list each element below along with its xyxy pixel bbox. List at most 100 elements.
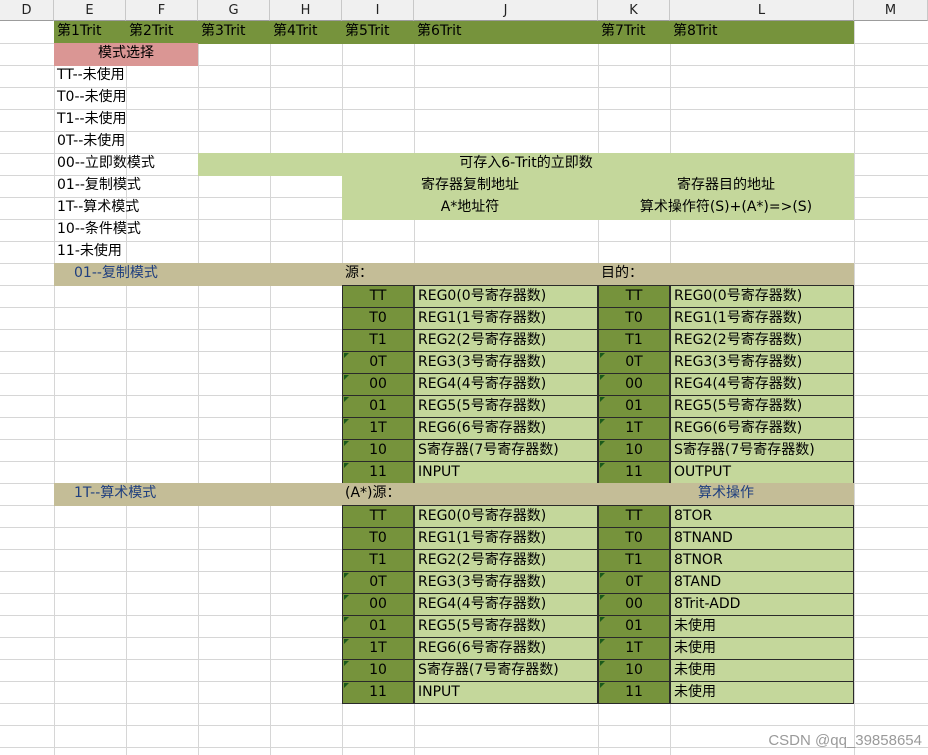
copy_section-dst-value[interactable]: REG2(2号寄存器数) xyxy=(670,329,854,352)
copy_section-title[interactable]: 01--复制模式 xyxy=(54,263,342,286)
copy_section-dst-code[interactable]: T0 xyxy=(598,307,670,330)
copy_section-dst-code[interactable]: 00 xyxy=(598,373,670,396)
copy_section-dst-value[interactable]: REG4(4号寄存器数) xyxy=(670,373,854,396)
arith_section-src-value[interactable]: REG4(4号寄存器数) xyxy=(414,593,598,616)
arith_section-dst-code[interactable]: 01 xyxy=(598,615,670,638)
column-header-j[interactable]: J xyxy=(414,0,598,21)
copy_section-src-value[interactable]: INPUT xyxy=(414,461,598,484)
copy_section-src-value[interactable]: REG6(6号寄存器数) xyxy=(414,417,598,440)
column-header-d[interactable]: D xyxy=(0,0,54,21)
trit-header-6[interactable]: 第6Trit xyxy=(414,21,598,44)
copy_section-src-label[interactable]: 源： xyxy=(342,263,598,286)
arith_section-dst-value[interactable]: 未使用 xyxy=(670,615,854,638)
copy_section-src-value[interactable]: REG1(1号寄存器数) xyxy=(414,307,598,330)
column-header-f[interactable]: F xyxy=(126,0,198,21)
copy_section-src-code[interactable]: 0T xyxy=(342,351,414,374)
arith_section-dst-code[interactable]: 1T xyxy=(598,637,670,660)
copy_section-src-value[interactable]: REG2(2号寄存器数) xyxy=(414,329,598,352)
arith_section-dst-value[interactable]: 8TNAND xyxy=(670,527,854,550)
copy_section-dst-code[interactable]: 11 xyxy=(598,461,670,484)
copy-dst-address[interactable]: 寄存器目的地址 xyxy=(598,175,854,198)
arith_section-src-code[interactable]: 01 xyxy=(342,615,414,638)
arith_section-src-value[interactable]: REG3(3号寄存器数) xyxy=(414,571,598,594)
trit-header-7[interactable]: 第7Trit xyxy=(598,21,670,44)
trit-header-8[interactable]: 第8Trit xyxy=(670,21,854,44)
immediate-value-band[interactable]: 可存入6-Trit的立即数 xyxy=(198,153,854,176)
arith_section-dst-code[interactable]: T0 xyxy=(598,527,670,550)
copy_section-dst-code[interactable]: 0T xyxy=(598,351,670,374)
copy_section-dst-label[interactable]: 目的： xyxy=(598,263,854,286)
arith_section-src-code[interactable]: 0T xyxy=(342,571,414,594)
arith-src-address[interactable]: A*地址符 xyxy=(342,197,598,220)
copy_section-dst-value[interactable]: REG0(0号寄存器数) xyxy=(670,285,854,308)
spreadsheet[interactable]: D E F G H I J K L M 第1Trit 第2Trit 第3Trit 第4Trit 第5Trit… xyxy=(0,0,928,755)
arith_section-src-value[interactable]: REG5(5号寄存器数) xyxy=(414,615,598,638)
column-header-l[interactable]: L xyxy=(670,0,854,21)
arith_section-dst-value[interactable]: 8TOR xyxy=(670,505,854,528)
mode-item[interactable]: T0--未使用 xyxy=(54,87,198,110)
arith_section-src-code[interactable]: 11 xyxy=(342,681,414,704)
mode-select-title[interactable]: 模式选择 xyxy=(54,43,198,66)
copy_section-dst-value[interactable]: REG6(6号寄存器数) xyxy=(670,417,854,440)
copy_section-dst-value[interactable]: S寄存器(7号寄存器数) xyxy=(670,439,854,462)
copy_section-dst-code[interactable]: 10 xyxy=(598,439,670,462)
arith_section-dst-value[interactable]: 8Trit-ADD xyxy=(670,593,854,616)
copy_section-src-value[interactable]: S寄存器(7号寄存器数) xyxy=(414,439,598,462)
arith_section-dst-label[interactable]: 算术操作 xyxy=(598,483,854,506)
arith_section-dst-code[interactable]: 10 xyxy=(598,659,670,682)
arith_section-dst-value[interactable]: 未使用 xyxy=(670,659,854,682)
arith_section-dst-code[interactable]: 11 xyxy=(598,681,670,704)
mode-item[interactable]: TT--未使用 xyxy=(54,65,198,88)
mode-item[interactable]: 10--条件模式 xyxy=(54,219,198,242)
arith_section-src-value[interactable]: REG0(0号寄存器数) xyxy=(414,505,598,528)
trit-header-5[interactable]: 第5Trit xyxy=(342,21,414,44)
copy_section-src-code[interactable]: 01 xyxy=(342,395,414,418)
trit-header-4[interactable]: 第4Trit xyxy=(270,21,342,44)
arith_section-src-value[interactable]: S寄存器(7号寄存器数) xyxy=(414,659,598,682)
copy_section-dst-value[interactable]: REG5(5号寄存器数) xyxy=(670,395,854,418)
arith_section-title[interactable]: 1T--算术模式 xyxy=(54,483,342,506)
arith_section-src-value[interactable]: REG2(2号寄存器数) xyxy=(414,549,598,572)
copy_section-src-code[interactable]: 00 xyxy=(342,373,414,396)
mode-item[interactable]: 00--立即数模式 xyxy=(54,153,198,176)
copy_section-src-code[interactable]: 1T xyxy=(342,417,414,440)
column-header-m[interactable]: M xyxy=(854,0,928,21)
arith_section-dst-value[interactable]: 8TNOR xyxy=(670,549,854,572)
copy_section-src-code[interactable]: 10 xyxy=(342,439,414,462)
copy_section-dst-value[interactable]: REG1(1号寄存器数) xyxy=(670,307,854,330)
mode-item[interactable]: 11-未使用 xyxy=(54,241,198,264)
copy_section-dst-value[interactable]: OUTPUT xyxy=(670,461,854,484)
column-header-g[interactable]: G xyxy=(198,0,270,21)
arith_section-src-value[interactable]: REG6(6号寄存器数) xyxy=(414,637,598,660)
arith_section-src-code[interactable]: 10 xyxy=(342,659,414,682)
column-header-i[interactable]: I xyxy=(342,0,414,21)
mode-item[interactable]: 01--复制模式 xyxy=(54,175,198,198)
copy_section-dst-code[interactable]: TT xyxy=(598,285,670,308)
mode-item[interactable]: 1T--算术模式 xyxy=(54,197,198,220)
copy_section-src-code[interactable]: TT xyxy=(342,285,414,308)
arith_section-src-code[interactable]: 1T xyxy=(342,637,414,660)
arith_section-dst-code[interactable]: 0T xyxy=(598,571,670,594)
copy_section-src-value[interactable]: REG4(4号寄存器数) xyxy=(414,373,598,396)
arith_section-dst-value[interactable]: 未使用 xyxy=(670,637,854,660)
arith_section-src-code[interactable]: TT xyxy=(342,505,414,528)
copy_section-dst-code[interactable]: 01 xyxy=(598,395,670,418)
copy-src-address[interactable]: 寄存器复制地址 xyxy=(342,175,598,198)
copy_section-src-code[interactable]: T1 xyxy=(342,329,414,352)
column-header-h[interactable]: H xyxy=(270,0,342,21)
copy_section-dst-code[interactable]: T1 xyxy=(598,329,670,352)
arith_section-dst-code[interactable]: 00 xyxy=(598,593,670,616)
arith_section-dst-code[interactable]: TT xyxy=(598,505,670,528)
copy_section-src-code[interactable]: 11 xyxy=(342,461,414,484)
arith_section-src-code[interactable]: T0 xyxy=(342,527,414,550)
column-header-k[interactable]: K xyxy=(598,0,670,21)
trit-header-1[interactable]: 第1Trit xyxy=(54,21,126,44)
copy_section-dst-code[interactable]: 1T xyxy=(598,417,670,440)
arith_section-src-code[interactable]: 00 xyxy=(342,593,414,616)
copy_section-dst-value[interactable]: REG3(3号寄存器数) xyxy=(670,351,854,374)
arith_section-src-code[interactable]: T1 xyxy=(342,549,414,572)
column-header-e[interactable]: E xyxy=(54,0,126,21)
copy_section-src-value[interactable]: REG3(3号寄存器数) xyxy=(414,351,598,374)
copy_section-src-value[interactable]: REG5(5号寄存器数) xyxy=(414,395,598,418)
arith_section-dst-code[interactable]: T1 xyxy=(598,549,670,572)
